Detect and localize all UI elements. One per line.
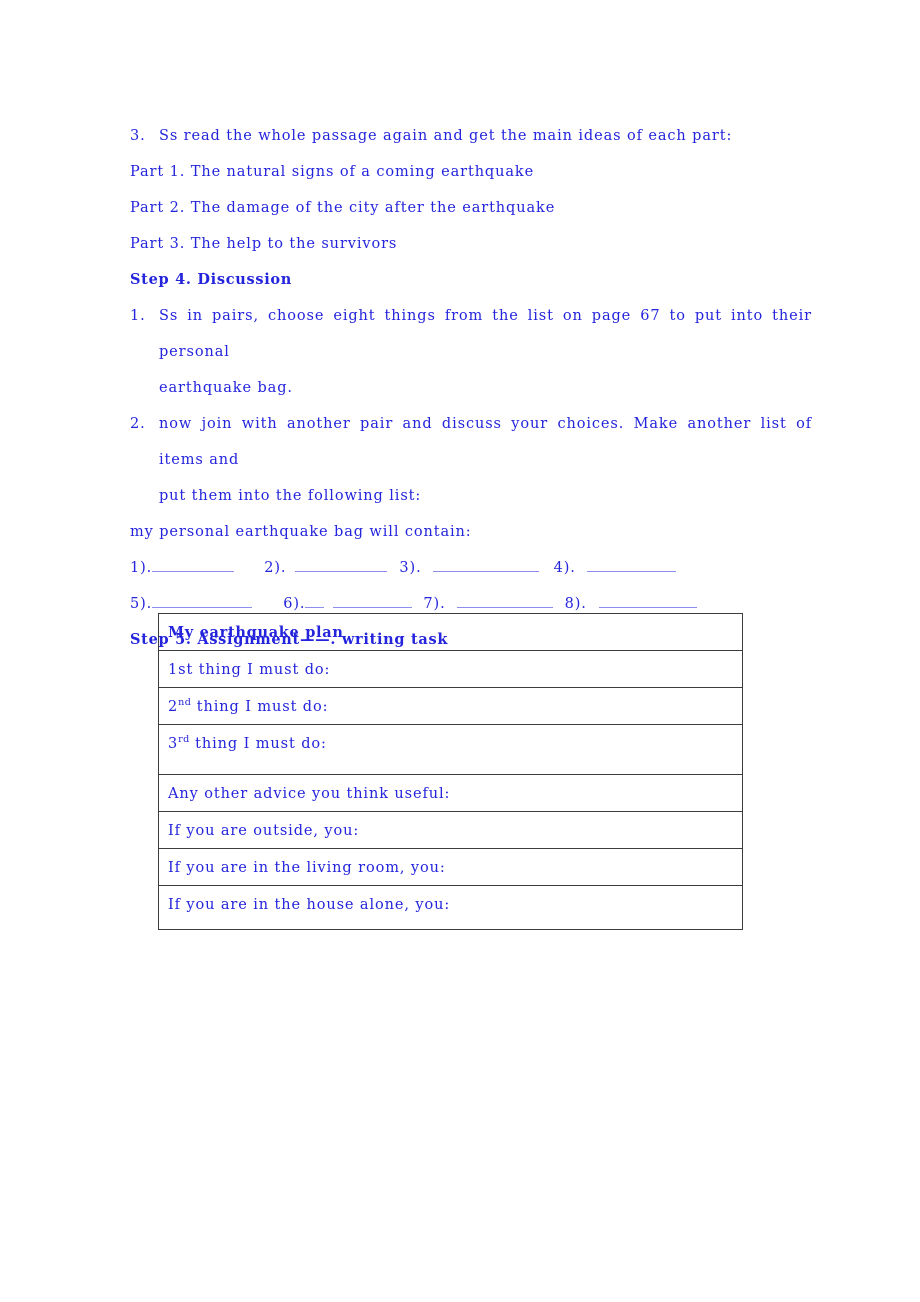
step-4-heading: Step 4. Discussion [130,271,293,288]
blank-field-6a[interactable] [305,594,325,608]
table-cell-advice[interactable]: Any other advice you think useful: [158,774,743,812]
part-line-1: Part 1. The natural signs of a coming ea… [130,164,535,180]
living-room-label: If you are in the living room, you: [168,860,446,876]
blank-label-6: 6). [283,596,306,612]
table-row: Any other advice you think useful: [158,774,743,812]
list-item-text: Ss read the whole passage again and get … [159,128,733,144]
table-cell-house-alone[interactable]: If you are in the house alone, you: [158,885,743,930]
table-row: If you are in the living room, you: [158,848,743,886]
table-row: 3rd thing I must do: [158,724,743,775]
table-cell-outside[interactable]: If you are outside, you: [158,811,743,849]
blank-field-4[interactable] [586,558,676,572]
blank-field-6b[interactable] [333,594,413,608]
blank-label-2: 2). [264,560,287,576]
blank-field-1[interactable] [152,558,235,572]
blank-field-8[interactable] [598,594,697,608]
list-item-line-1: now join with another pair and discuss y… [159,416,812,468]
blank-label-8: 8). [564,596,587,612]
thing-3-text: thing I must do: [189,736,327,752]
list-item-line-2: earthquake bag. [159,380,293,396]
ordinal-suffix: rd [178,734,190,746]
table-row: If you are in the house alone, you: [158,885,743,930]
table-cell-title: My earthquake plan [158,613,743,651]
blank-label-1: 1). [130,560,153,576]
step4-list-item-1: 1. Ss in pairs, choose eight things from… [130,298,812,406]
list-item-line-1: Ss in pairs, choose eight things from th… [159,308,812,360]
list-item-text: now join with another pair and discuss y… [159,406,812,514]
blank-field-7[interactable] [456,594,553,608]
part-line-2: Part 2. The damage of the city after the… [130,200,556,216]
table-cell-thing3[interactable]: 3rd thing I must do: [158,724,743,775]
advice-label: Any other advice you think useful: [168,786,451,802]
ordinal-number: 2 [168,699,179,715]
table-row: 2nd thing I must do: [158,687,743,725]
thing-2-text: thing I must do: [191,699,329,715]
table-cell-thing2[interactable]: 2nd thing I must do: [158,687,743,725]
blank-field-2[interactable] [295,558,388,572]
blank-label-7: 7). [423,596,446,612]
blank-label-4: 4). [553,560,576,576]
list-item-number: 2. [130,416,146,432]
table-row: 1st thing I must do: [158,650,743,688]
table-row-title: My earthquake plan [158,613,743,651]
list-item-number: 1. [130,308,146,324]
list-item-text: Ss in pairs, choose eight things from th… [159,298,812,406]
list-item-intro: 3. Ss read the whole passage again and g… [130,118,812,154]
house-alone-label: If you are in the house alone, you: [168,897,451,913]
ordinal-suffix: nd [178,697,192,709]
outside-label: If you are outside, you: [168,823,360,839]
thing-2-label: 2nd thing I must do: [168,688,742,717]
part-line-3: Part 3. The help to the survivors [130,236,398,252]
bag-contents-line: my personal earthquake bag will contain: [130,524,472,540]
blank-field-5[interactable] [152,594,253,608]
thing-1-label: 1st thing I must do: [168,662,331,678]
blank-label-5: 5). [130,596,153,612]
plan-table-title: My earthquake plan [168,624,344,641]
blank-label-3: 3). [399,560,422,576]
document-body: 3. Ss read the whole passage again and g… [130,118,812,658]
thing-3-label: 3rd thing I must do: [168,725,742,754]
ordinal-number: 3 [168,736,179,752]
blank-field-3[interactable] [432,558,539,572]
document-page: 3. Ss read the whole passage again and g… [0,0,920,1302]
list-item-line-2: put them into the following list: [159,488,422,504]
table-cell-living-room[interactable]: If you are in the living room, you: [158,848,743,886]
list-item-number: 3. [130,128,146,144]
table-cell-thing1[interactable]: 1st thing I must do: [158,650,743,688]
step4-list-item-2: 2. now join with another pair and discus… [130,406,812,514]
table-row: If you are outside, you: [158,811,743,849]
blanks-row-1: 1). 2). 3). 4). [130,550,812,586]
earthquake-plan-table: My earthquake plan 1st thing I must do: … [158,613,743,930]
